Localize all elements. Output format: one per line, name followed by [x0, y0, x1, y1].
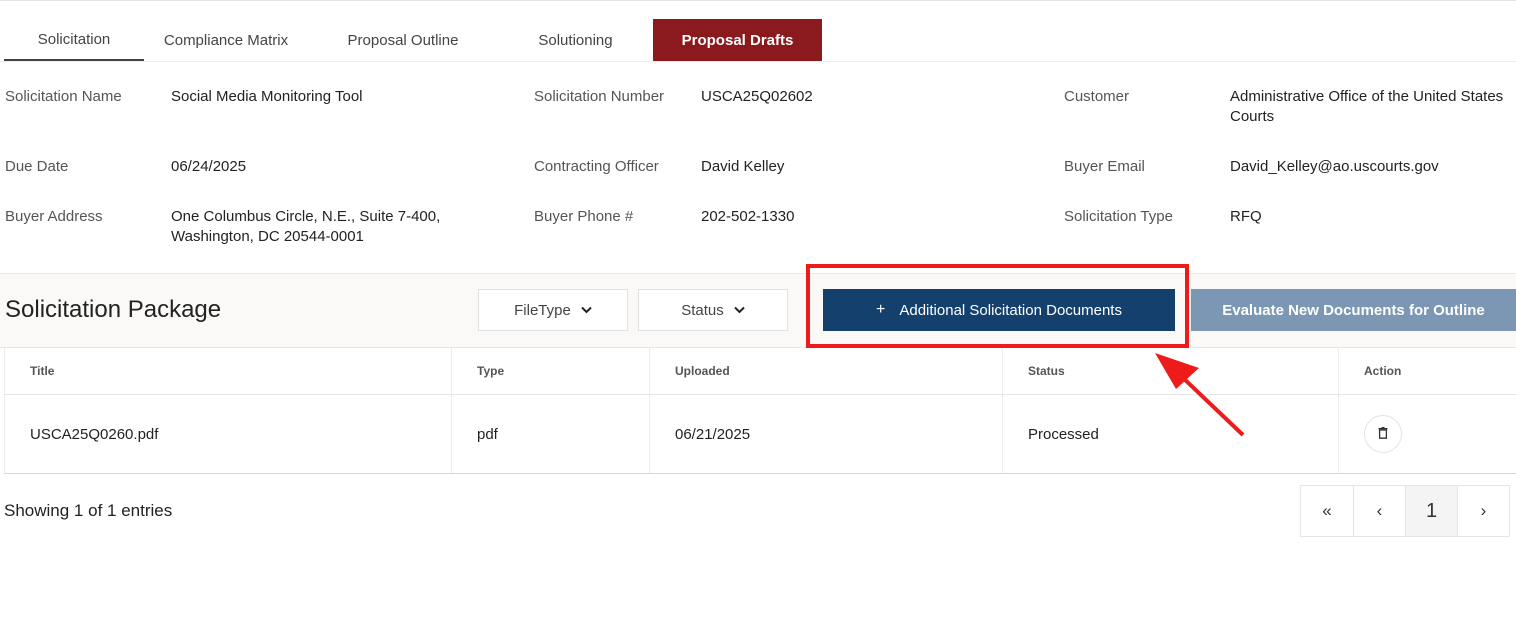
buyer-address-value: One Columbus Circle, N.E., Suite 7-400, … [171, 207, 440, 247]
solicitation-number-label: Solicitation Number [534, 88, 665, 105]
tab-proposal-outline[interactable]: Proposal Outline [308, 19, 498, 61]
buyer-address-line1: One Columbus Circle, N.E., Suite 7-400, [171, 208, 441, 225]
tab-proposal-drafts[interactable]: Proposal Drafts [653, 19, 822, 61]
tab-compliance-matrix[interactable]: Compliance Matrix [144, 19, 308, 61]
customer-value: Administrative Office of the United Stat… [1230, 87, 1516, 127]
contracting-officer-label: Contracting Officer [534, 158, 659, 175]
documents-table: Title Type Uploaded Status Action USCA25… [4, 348, 1516, 474]
trash-icon [1378, 426, 1388, 443]
annotation-highlight-box [806, 264, 1189, 348]
solicitation-name-value: Social Media Monitoring Tool [171, 88, 363, 105]
tab-solicitation[interactable]: Solicitation [4, 19, 144, 61]
column-header-status[interactable]: Status [1002, 348, 1338, 394]
buyer-phone-label: Buyer Phone # [534, 208, 634, 225]
top-divider [0, 0, 1516, 1]
buyer-email-value: David_Kelley@ao.uscourts.gov [1230, 158, 1439, 175]
status-dropdown[interactable]: Status [638, 289, 788, 331]
pagination-page-1[interactable]: 1 [1405, 486, 1457, 536]
evaluate-new-documents-button[interactable]: Evaluate New Documents for Outline [1191, 289, 1516, 331]
solicitation-name-label: Solicitation Name [5, 88, 122, 105]
status-label: Status [681, 301, 724, 319]
tab-solutioning[interactable]: Solutioning [498, 19, 653, 61]
buyer-address-label: Buyer Address [5, 208, 103, 225]
chevron-down-icon [581, 303, 592, 317]
row-type: pdf [451, 395, 649, 473]
column-header-title[interactable]: Title [4, 348, 451, 394]
pagination-next-button[interactable]: › [1457, 486, 1509, 536]
row-action [1338, 395, 1516, 473]
pagination-first-button[interactable]: « [1301, 486, 1353, 536]
customer-value-line2: Courts [1230, 108, 1275, 125]
row-uploaded: 06/21/2025 [649, 395, 1002, 473]
solicitation-number-value: USCA25Q02602 [701, 88, 813, 105]
table-row: USCA25Q0260.pdf pdf 06/21/2025 Processed [4, 395, 1516, 474]
package-title: Solicitation Package [5, 296, 222, 323]
row-status: Processed [1002, 395, 1338, 473]
table-header: Title Type Uploaded Status Action [4, 348, 1516, 395]
column-header-action: Action [1338, 348, 1516, 394]
pagination-prev-button[interactable]: ‹ [1353, 486, 1405, 536]
solicitation-type-value: RFQ [1230, 208, 1262, 225]
solicitation-type-label: Solicitation Type [1064, 208, 1173, 225]
column-header-type[interactable]: Type [451, 348, 649, 394]
column-header-uploaded[interactable]: Uploaded [649, 348, 1002, 394]
tabs-divider [0, 61, 1516, 62]
chevron-down-icon [734, 303, 745, 317]
entries-count: Showing 1 of 1 entries [4, 501, 173, 520]
buyer-phone-value: 202-502-1330 [701, 208, 795, 225]
customer-value-line1: Administrative Office of the United Stat… [1230, 88, 1504, 105]
pagination: « ‹ 1 › [1300, 485, 1510, 537]
customer-label: Customer [1064, 88, 1130, 105]
delete-button[interactable] [1364, 415, 1402, 453]
row-title[interactable]: USCA25Q0260.pdf [4, 395, 451, 473]
contracting-officer-value: David Kelley [701, 158, 785, 175]
buyer-email-label: Buyer Email [1064, 158, 1145, 175]
due-date-label: Due Date [5, 158, 69, 175]
tab-bar: Solicitation Compliance Matrix Proposal … [4, 19, 822, 62]
filetype-label: FileType [514, 301, 571, 319]
buyer-address-line2: Washington, DC 20544-0001 [171, 228, 364, 245]
due-date-value: 06/24/2025 [171, 158, 247, 175]
filetype-dropdown[interactable]: FileType [478, 289, 628, 331]
